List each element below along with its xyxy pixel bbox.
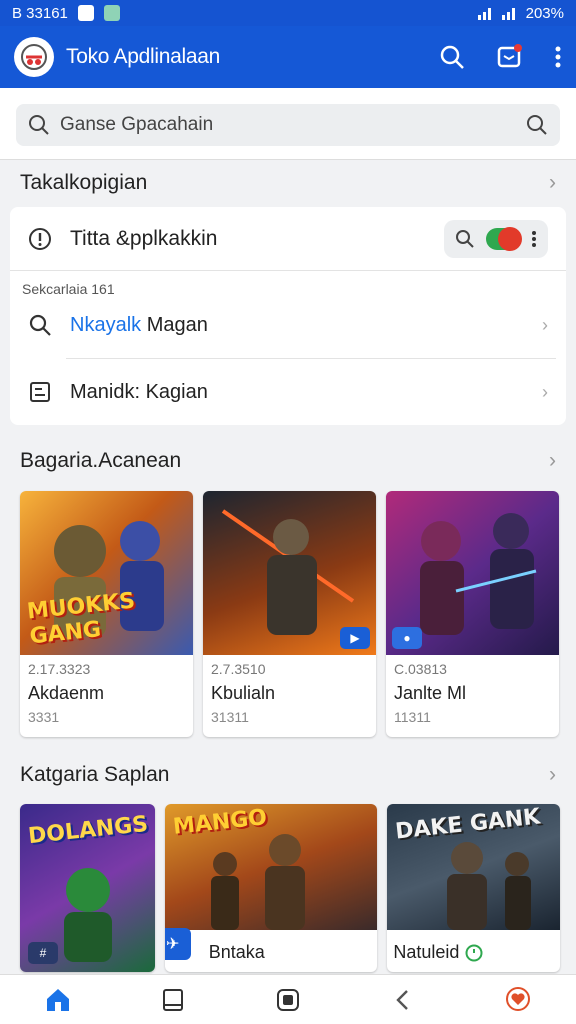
game-name: Natuleid <box>393 942 460 962</box>
game-name: Kbulialn <box>211 683 276 703</box>
heart-badge-icon <box>506 986 531 1011</box>
game-tiles-row-2: DOLANGS # MANGO ✈ Bntaka DAKE GANK Natul… <box>20 804 560 972</box>
section-header-2[interactable]: Bagaria.Acanean › <box>0 442 576 480</box>
signal-icon <box>477 8 491 20</box>
game-thumbnail: DAKE GANK <box>387 804 560 930</box>
section-title: Bagaria.Acanean <box>20 449 182 472</box>
game-name: Janlte Ml <box>394 683 467 703</box>
nav-apps[interactable] <box>258 975 318 1024</box>
square-icon <box>276 988 299 1011</box>
book-icon <box>162 988 183 1011</box>
game-tile[interactable]: MUOKKS GANG 2.17.3323 Akdaenm 3331 <box>20 491 193 737</box>
chevron-right-icon: › <box>549 171 556 194</box>
section-title: Katgaria Saplan <box>20 763 170 786</box>
game-tile[interactable]: MANGO ✈ Bntaka <box>164 804 378 972</box>
game-thumbnail: MUOKKS GANG <box>20 491 193 655</box>
notification-icon <box>77 5 94 21</box>
document-icon <box>30 382 50 402</box>
nav-profile[interactable] <box>488 975 548 1024</box>
chevron-right-icon: › <box>549 763 556 786</box>
game-version: C.03813 <box>394 661 447 677</box>
list-item-manage[interactable]: Manidk: Kagian › <box>10 360 566 424</box>
grid-badge-icon: # <box>28 942 58 964</box>
section-header-1[interactable]: Takalkopigian › <box>0 164 576 202</box>
nav-library[interactable] <box>143 975 203 1024</box>
row-text: Manidk: Kagian <box>70 380 208 403</box>
chevron-right-icon: › <box>549 449 556 472</box>
action-pill <box>444 219 548 258</box>
game-tiles-row-1: MUOKKS GANG 2.17.3323 Akdaenm 3331 ▶ 2.7… <box>20 491 560 737</box>
app-notification-icon <box>103 5 120 21</box>
divider <box>66 358 556 359</box>
status-bar: B 33161 203% <box>0 0 576 26</box>
game-name: Bntaka <box>208 942 265 962</box>
game-thumbnail: MANGO <box>164 804 378 930</box>
search-submit-icon[interactable] <box>526 114 548 136</box>
more-vertical-icon[interactable] <box>554 45 562 69</box>
app-logo-icon[interactable] <box>14 37 54 77</box>
game-tile[interactable]: DAKE GANK Natuleid <box>387 804 560 972</box>
card-top-row[interactable]: Titta &pplkakkin <box>10 207 566 271</box>
chevron-right-icon: › <box>542 314 548 335</box>
app-bar: Toko Apdlinalaan <box>0 26 576 88</box>
home-icon <box>46 988 69 1011</box>
plane-badge-icon: ✈ <box>164 928 191 960</box>
info-icon <box>29 227 51 250</box>
app-badge-icon: ● <box>392 627 422 649</box>
game-thumbnail: ▶ <box>203 491 376 655</box>
search-icon <box>29 115 49 135</box>
game-tile[interactable]: DOLANGS # <box>20 804 155 972</box>
game-tile[interactable]: ● C.03813 Janlte Ml 11311 <box>386 491 559 737</box>
game-name: Akdaenm <box>28 683 105 703</box>
settings-card: Titta &pplkakkin Sekcarlaia 161 Nkayalk … <box>10 207 566 425</box>
game-thumbnail: ● <box>386 491 559 655</box>
game-tile[interactable]: ▶ 2.7.3510 Kbulialn 31311 <box>203 491 376 737</box>
highlight-text: Nkayalk <box>70 313 142 336</box>
game-size: 31311 <box>211 709 249 725</box>
game-version: 2.17.3323 <box>28 661 91 677</box>
list-item-search[interactable]: Nkayalk Magan › <box>10 293 566 357</box>
search-icon[interactable] <box>438 43 466 71</box>
search-icon <box>29 314 51 336</box>
game-version: 2.7.3510 <box>211 661 266 677</box>
bottom-navigation <box>0 974 576 1024</box>
chevron-right-icon: › <box>542 381 548 402</box>
search-area: Ganse Gpacahain <box>0 88 576 160</box>
inbox-icon[interactable] <box>496 43 524 71</box>
more-vertical-icon[interactable] <box>531 230 537 248</box>
search-input[interactable]: Ganse Gpacahain <box>16 104 560 146</box>
row-text: Magan <box>141 313 208 336</box>
signal-icon-2 <box>501 8 515 20</box>
game-size: 3331 <box>28 709 60 725</box>
play-badge-icon: ▶ <box>340 627 370 649</box>
status-time: B 33161 <box>12 4 68 22</box>
section-header-3[interactable]: Katgaria Saplan › <box>0 756 576 794</box>
app-title: Toko Apdlinalaan <box>66 45 220 68</box>
back-icon <box>396 989 409 1010</box>
game-size: 11311 <box>394 709 431 725</box>
search-icon[interactable] <box>455 229 475 249</box>
section-title: Takalkopigian <box>20 171 148 194</box>
card-top-label: Titta &pplkakkin <box>70 226 218 250</box>
toggle-switch[interactable] <box>485 226 522 251</box>
nav-back[interactable] <box>373 975 433 1024</box>
search-placeholder: Ganse Gpacahain <box>60 114 214 135</box>
battery-level: 203% <box>525 4 564 22</box>
nav-home[interactable] <box>28 975 88 1024</box>
clock-icon <box>465 944 483 961</box>
game-thumbnail: DOLANGS # <box>20 804 155 972</box>
